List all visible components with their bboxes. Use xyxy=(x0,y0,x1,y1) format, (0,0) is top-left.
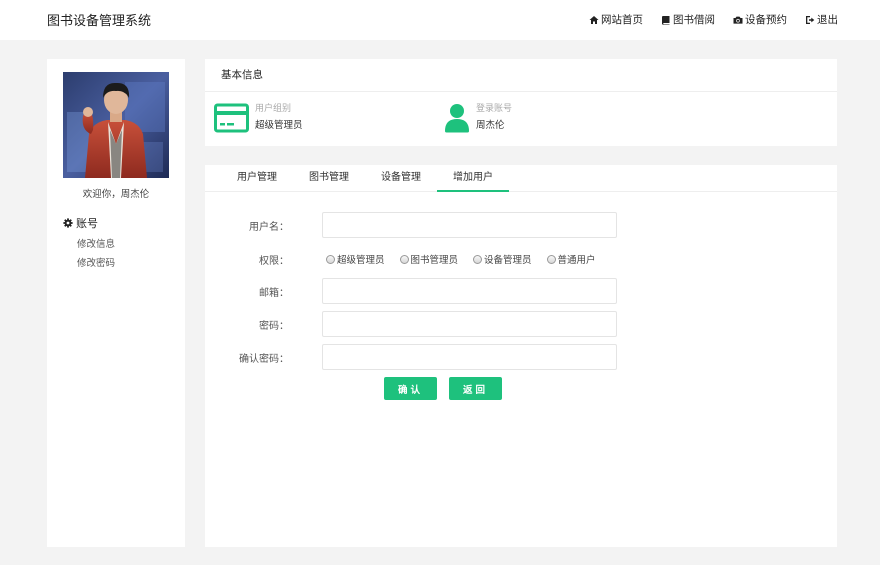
main-panel: 用户管理 图书管理 设备管理 增加用户 用户名： 权限： 超级管理员 图书管理员… xyxy=(205,165,837,547)
confirm-password-label: 确认密码： xyxy=(239,354,289,365)
credit-card-icon xyxy=(214,103,249,133)
email-label: 邮箱： xyxy=(259,288,289,299)
change-password-link[interactable]: 修改密码 xyxy=(77,255,115,269)
user-group-info: 用户组别 超级管理员 xyxy=(214,103,303,133)
top-nav: 网站首页 图书借阅 设备预约 退出 xyxy=(589,12,838,27)
account-section-label: 账号 xyxy=(76,217,98,230)
radio-dot[interactable] xyxy=(399,254,409,264)
radio-book-admin-label: 图书管理员 xyxy=(410,255,459,266)
radio-device-admin-label: 设备管理员 xyxy=(484,255,532,266)
logout-icon xyxy=(806,15,815,24)
password-input[interactable] xyxy=(322,311,617,337)
tab-user-management[interactable]: 用户管理 xyxy=(223,165,291,192)
username-input[interactable] xyxy=(322,212,617,238)
nav-home-label: 网站首页 xyxy=(601,14,643,26)
permission-radio-group: 超级管理员 图书管理员 设备管理员 普通用户 xyxy=(326,252,596,266)
confirm-button[interactable]: 确认 xyxy=(384,377,437,400)
radio-super-admin-label: 超级管理员 xyxy=(337,255,385,266)
user-group-label: 用户组别 xyxy=(255,104,292,114)
top-bar: 图书设备管理系统 网站首页 图书借阅 设备预约 退出 xyxy=(0,0,880,40)
app-title: 图书设备管理系统 xyxy=(47,14,152,29)
radio-device-admin[interactable]: 设备管理员 xyxy=(473,252,532,266)
radio-super-admin[interactable]: 超级管理员 xyxy=(326,252,385,266)
book-icon xyxy=(662,15,670,25)
radio-normal-user-label: 普通用户 xyxy=(557,255,596,266)
camera-icon xyxy=(733,16,743,24)
nav-home-link[interactable]: 网站首页 xyxy=(589,12,643,27)
username-label: 用户名： xyxy=(249,222,289,233)
nav-logout-link[interactable]: 退出 xyxy=(805,12,838,27)
email-input[interactable] xyxy=(322,278,617,304)
permission-label: 权限： xyxy=(259,256,289,267)
account-section-header: 账号 xyxy=(63,215,98,231)
home-icon xyxy=(589,15,599,24)
gear-icon xyxy=(63,218,73,228)
edit-info-link[interactable]: 修改信息 xyxy=(77,236,115,250)
tab-bar: 用户管理 图书管理 设备管理 增加用户 xyxy=(205,165,837,192)
login-account-label: 登录账号 xyxy=(476,104,513,114)
avatar xyxy=(63,72,169,178)
radio-dot[interactable] xyxy=(546,254,556,264)
nav-borrow-link[interactable]: 图书借阅 xyxy=(661,12,715,27)
nav-reserve-link[interactable]: 设备预约 xyxy=(733,12,787,27)
tab-device-management[interactable]: 设备管理 xyxy=(367,165,435,192)
sidebar: 欢迎你，周杰伦 账号 修改信息 修改密码 xyxy=(47,59,185,547)
tab-add-user[interactable]: 增加用户 xyxy=(437,165,509,192)
user-icon xyxy=(445,104,469,133)
login-account-info: 登录账号 周杰伦 xyxy=(444,103,512,133)
welcome-text: 欢迎你，周杰伦 xyxy=(82,189,150,200)
nav-logout-label: 退出 xyxy=(817,14,838,26)
tab-book-management[interactable]: 图书管理 xyxy=(295,165,363,192)
radio-normal-user[interactable]: 普通用户 xyxy=(546,252,596,266)
basic-info-title: 基本信息 xyxy=(205,59,837,92)
nav-borrow-label: 图书借阅 xyxy=(673,14,715,26)
nav-reserve-label: 设备预约 xyxy=(745,14,787,26)
radio-book-admin[interactable]: 图书管理员 xyxy=(399,252,459,266)
user-group-value: 超级管理员 xyxy=(255,120,303,131)
basic-info-panel: 基本信息 用户组别 超级管理员 登录账号 周杰伦 xyxy=(205,59,837,146)
confirm-password-input[interactable] xyxy=(322,344,617,370)
radio-dot[interactable] xyxy=(473,254,483,264)
password-label: 密码： xyxy=(259,321,289,332)
radio-dot[interactable] xyxy=(326,254,335,264)
login-account-value: 周杰伦 xyxy=(476,120,505,131)
back-button[interactable]: 返回 xyxy=(449,377,502,400)
